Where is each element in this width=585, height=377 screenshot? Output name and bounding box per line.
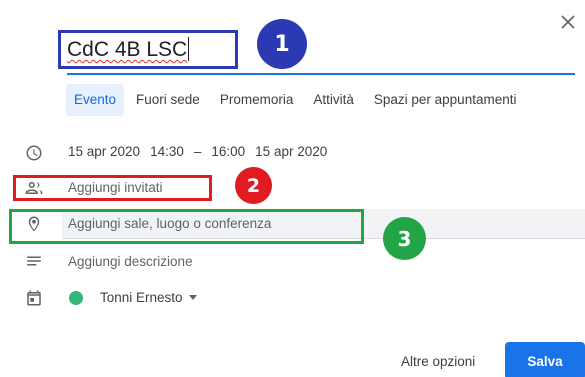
clock-icon <box>22 141 46 165</box>
calendar-selector[interactable]: Tonni Ernesto <box>100 290 197 305</box>
chevron-down-icon <box>188 295 197 300</box>
start-time[interactable]: 14:30 <box>150 144 184 159</box>
tab-spazi-appuntamenti[interactable]: Spazi per appuntamenti <box>366 84 525 116</box>
event-type-tabs: Evento Fuori sede Promemoria Attività Sp… <box>66 84 528 116</box>
annotation-badge-3: 3 <box>383 217 426 260</box>
calendar-icon <box>22 286 46 310</box>
save-button[interactable]: Salva <box>505 342 585 377</box>
end-date[interactable]: 15 apr 2020 <box>255 144 327 159</box>
close-icon <box>561 15 575 29</box>
close-button[interactable] <box>556 10 580 34</box>
calendar-owner-name: Tonni Ernesto <box>100 290 183 305</box>
end-time[interactable]: 16:00 <box>211 144 245 159</box>
title-focus-underline <box>67 73 575 75</box>
annotation-box-3 <box>9 209 364 244</box>
annotation-badge-1: 1 <box>257 19 307 69</box>
tab-evento[interactable]: Evento <box>66 84 125 116</box>
add-description-field[interactable]: Aggiungi descrizione <box>68 254 193 269</box>
annotation-box-2 <box>13 175 212 201</box>
annotation-badge-2: 2 <box>235 167 272 204</box>
tab-promemoria[interactable]: Promemoria <box>212 84 302 116</box>
description-icon <box>22 249 46 273</box>
more-options-button[interactable]: Altre opzioni <box>401 354 475 369</box>
calendar-color-dot <box>69 291 83 305</box>
datetime-row: 15 apr 2020 14:30 – 16:00 15 apr 2020 <box>68 144 327 159</box>
tab-fuori-sede[interactable]: Fuori sede <box>128 84 208 116</box>
annotation-box-1 <box>58 30 238 69</box>
tab-attivita[interactable]: Attività <box>305 84 362 116</box>
time-separator: – <box>193 144 202 159</box>
start-date[interactable]: 15 apr 2020 <box>68 144 140 159</box>
